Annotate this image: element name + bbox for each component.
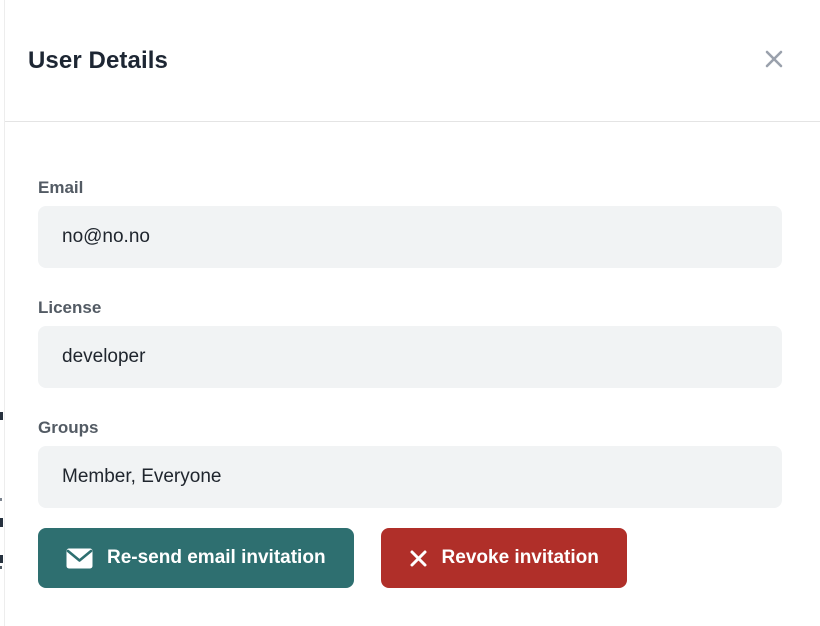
background-text-fragment — [0, 498, 2, 501]
revoke-invitation-button[interactable]: Revoke invitation — [381, 528, 627, 588]
page-title: User Details — [28, 47, 168, 75]
close-button[interactable] — [760, 47, 788, 75]
resend-invitation-label: Re-send email invitation — [107, 547, 326, 569]
email-label: Email — [38, 178, 782, 198]
close-icon — [763, 48, 785, 73]
license-field-group: License — [38, 298, 782, 388]
background-text-fragment — [0, 518, 3, 527]
resend-invitation-button[interactable]: Re-send email invitation — [38, 528, 354, 588]
modal-body: Email License Groups — [0, 122, 820, 626]
modal-header: User Details — [0, 0, 820, 122]
revoke-invitation-label: Revoke invitation — [442, 547, 599, 569]
action-button-row: Re-send email invitation Revoke invitati… — [38, 528, 782, 588]
groups-label: Groups — [38, 418, 782, 438]
x-icon — [409, 549, 428, 568]
background-text-fragment — [0, 412, 3, 420]
background-text-fragment — [0, 555, 3, 563]
email-field[interactable] — [38, 206, 782, 268]
screen: User Details Email License Gr — [0, 0, 820, 626]
user-details-modal: User Details Email License Gr — [0, 0, 820, 626]
groups-field-group: Groups — [38, 418, 782, 508]
groups-field[interactable] — [38, 446, 782, 508]
license-label: License — [38, 298, 782, 318]
envelope-icon — [66, 548, 93, 569]
background-text-fragment — [0, 566, 2, 569]
modal-left-edge — [4, 0, 5, 626]
email-field-group: Email — [38, 178, 782, 268]
license-field[interactable] — [38, 326, 782, 388]
